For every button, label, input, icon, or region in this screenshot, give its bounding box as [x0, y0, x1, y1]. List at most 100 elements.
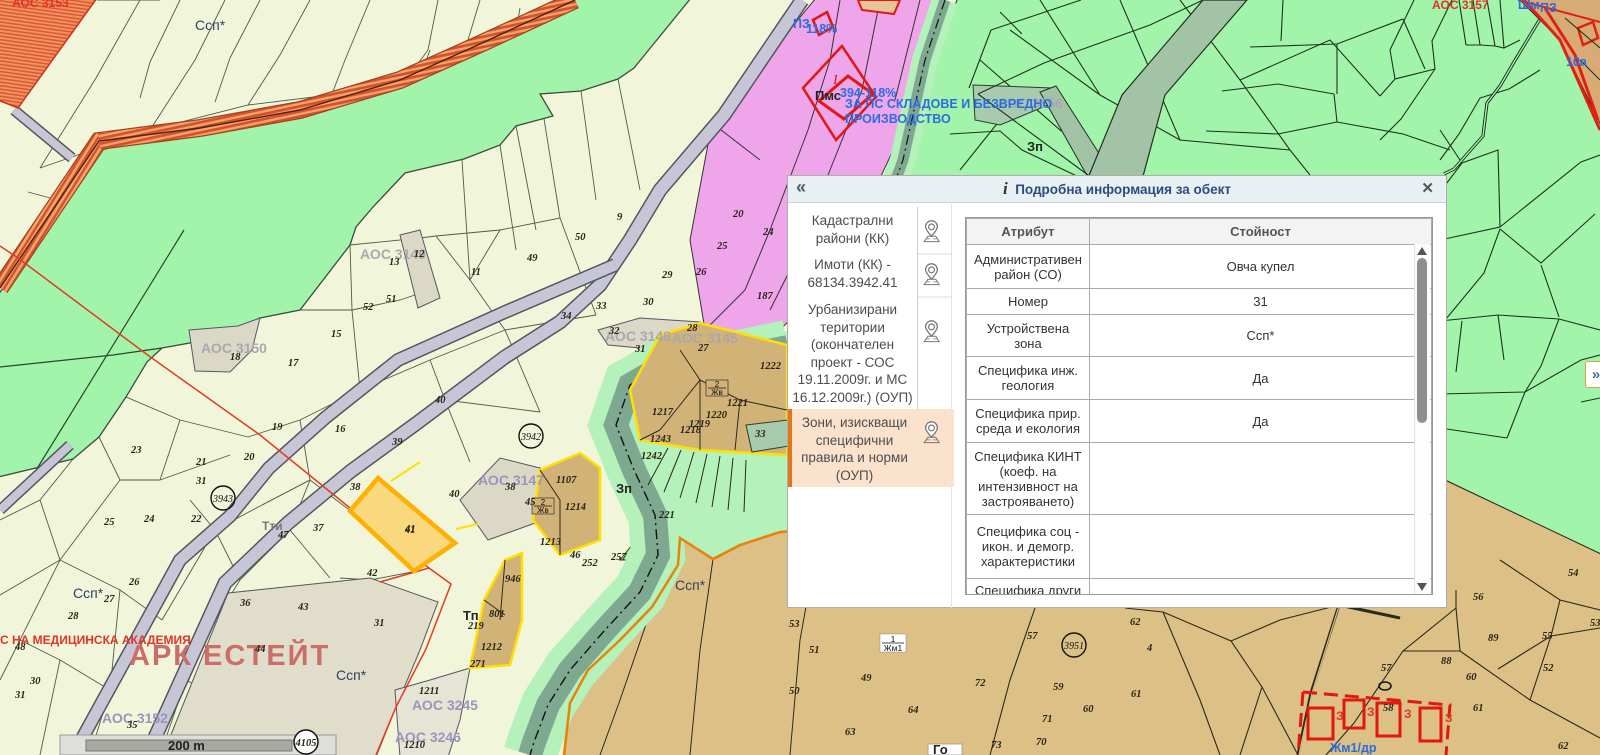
svg-text:48: 48 — [14, 642, 26, 653]
svg-text:25: 25 — [103, 517, 115, 528]
svg-text:51: 51 — [809, 645, 820, 656]
svg-text:57: 57 — [1027, 631, 1038, 642]
svg-text:Зп: Зп — [1027, 139, 1043, 154]
svg-text:34: 34 — [560, 311, 572, 322]
svg-text:29: 29 — [661, 270, 673, 281]
svg-text:257: 257 — [610, 552, 628, 563]
svg-text:Жм1: Жм1 — [884, 643, 903, 653]
svg-text:23: 23 — [130, 445, 142, 456]
svg-text:15: 15 — [331, 329, 342, 340]
svg-text:32: 32 — [608, 326, 620, 337]
svg-text:АОС 3153: АОС 3153 — [12, 0, 69, 10]
svg-text:1243: 1243 — [650, 434, 671, 445]
svg-text:60: 60 — [1083, 704, 1094, 715]
svg-text:16: 16 — [335, 424, 346, 435]
svg-text:1214: 1214 — [565, 502, 586, 513]
svg-text:36: 36 — [239, 598, 251, 609]
svg-text:70: 70 — [1036, 737, 1047, 748]
svg-text:40: 40 — [434, 395, 446, 406]
svg-text:Жв: Жв — [537, 506, 549, 515]
svg-text:1213: 1213 — [540, 537, 561, 548]
svg-text:33: 33 — [595, 301, 607, 312]
svg-text:26: 26 — [128, 577, 140, 588]
svg-text:З: З — [1445, 711, 1453, 725]
svg-text:72: 72 — [975, 678, 986, 689]
svg-text:46: 46 — [569, 550, 581, 561]
svg-text:946: 946 — [505, 574, 522, 585]
svg-text:63: 63 — [845, 727, 856, 738]
svg-text:Шм: Шм — [1518, 0, 1540, 12]
svg-text:Жв: Жв — [711, 388, 723, 397]
svg-text:221: 221 — [658, 510, 675, 521]
svg-text:Ссп*: Ссп* — [675, 577, 706, 593]
svg-text:30: 30 — [642, 297, 654, 308]
svg-text:51: 51 — [386, 294, 397, 305]
svg-text:28: 28 — [686, 323, 698, 334]
svg-text:64: 64 — [908, 705, 919, 716]
svg-text:Жм1/др: Жм1/др — [1329, 741, 1377, 755]
svg-text:42: 42 — [366, 568, 378, 579]
svg-text:44: 44 — [254, 644, 266, 655]
svg-text:31: 31 — [195, 476, 207, 487]
svg-text:13: 13 — [389, 257, 400, 268]
svg-text:54: 54 — [1568, 568, 1579, 579]
svg-text:35: 35 — [126, 720, 138, 731]
svg-text:49: 49 — [860, 673, 872, 684]
svg-text:Зп: Зп — [616, 481, 632, 496]
svg-text:88: 88 — [1441, 656, 1452, 667]
svg-text:АОС 3157: АОС 3157 — [1432, 0, 1489, 12]
svg-text:62: 62 — [1130, 617, 1141, 628]
svg-text:1212: 1212 — [481, 642, 503, 653]
svg-text:52: 52 — [1543, 663, 1554, 674]
svg-text:49: 49 — [526, 253, 538, 264]
svg-text:Го: Го — [933, 742, 948, 755]
svg-text:20: 20 — [732, 209, 744, 220]
svg-text:25: 25 — [716, 241, 728, 252]
svg-text:41: 41 — [404, 524, 416, 535]
svg-text:Ссп*: Ссп* — [195, 17, 226, 33]
svg-text:28: 28 — [67, 611, 79, 622]
svg-text:37: 37 — [312, 523, 324, 534]
svg-text:43: 43 — [297, 602, 309, 613]
svg-text:38: 38 — [504, 482, 516, 493]
svg-text:1211: 1211 — [419, 686, 439, 697]
svg-text:1107: 1107 — [556, 475, 577, 486]
svg-text:Ссп*: Ссп* — [73, 585, 104, 601]
svg-text:З: З — [1404, 707, 1412, 721]
svg-text:50: 50 — [789, 686, 800, 697]
svg-text:53: 53 — [789, 619, 800, 630]
svg-text:3943: 3943 — [212, 494, 233, 505]
svg-text:39: 39 — [391, 437, 403, 448]
svg-text:31: 31 — [14, 690, 26, 701]
svg-text:27: 27 — [103, 594, 115, 605]
svg-text:9: 9 — [617, 212, 623, 223]
svg-text:38: 38 — [349, 482, 361, 493]
svg-text:Пмс: Пмс — [815, 88, 841, 103]
svg-text:20: 20 — [243, 452, 255, 463]
svg-text:12: 12 — [414, 249, 425, 260]
svg-text:19: 19 — [272, 422, 283, 433]
svg-text:1219: 1219 — [689, 419, 711, 430]
svg-text:18: 18 — [230, 352, 241, 363]
svg-text:30: 30 — [29, 676, 41, 687]
svg-text:73: 73 — [991, 740, 1002, 751]
svg-text:24: 24 — [143, 514, 155, 525]
svg-text:АРК ЕСТЕЙТ: АРК ЕСТЕЙТ — [129, 638, 330, 672]
svg-text:27: 27 — [697, 343, 709, 354]
svg-text:4105: 4105 — [295, 738, 317, 749]
svg-text:3951: 3951 — [1063, 641, 1084, 652]
svg-text:1210: 1210 — [404, 740, 426, 751]
svg-text:59: 59 — [1053, 682, 1064, 693]
svg-text:118%: 118% — [806, 22, 837, 36]
svg-text:45: 45 — [524, 497, 536, 508]
svg-text:З: З — [1336, 709, 1344, 723]
svg-text:61: 61 — [1473, 703, 1484, 714]
svg-text:26: 26 — [695, 267, 707, 278]
svg-text:ПЗ: ПЗ — [1540, 1, 1557, 15]
svg-text:47: 47 — [277, 530, 289, 541]
svg-text:17: 17 — [288, 358, 299, 369]
svg-text:200 m: 200 m — [168, 738, 205, 753]
svg-text:801: 801 — [489, 609, 505, 620]
svg-text:31: 31 — [634, 344, 646, 355]
svg-text:1242: 1242 — [641, 451, 663, 462]
